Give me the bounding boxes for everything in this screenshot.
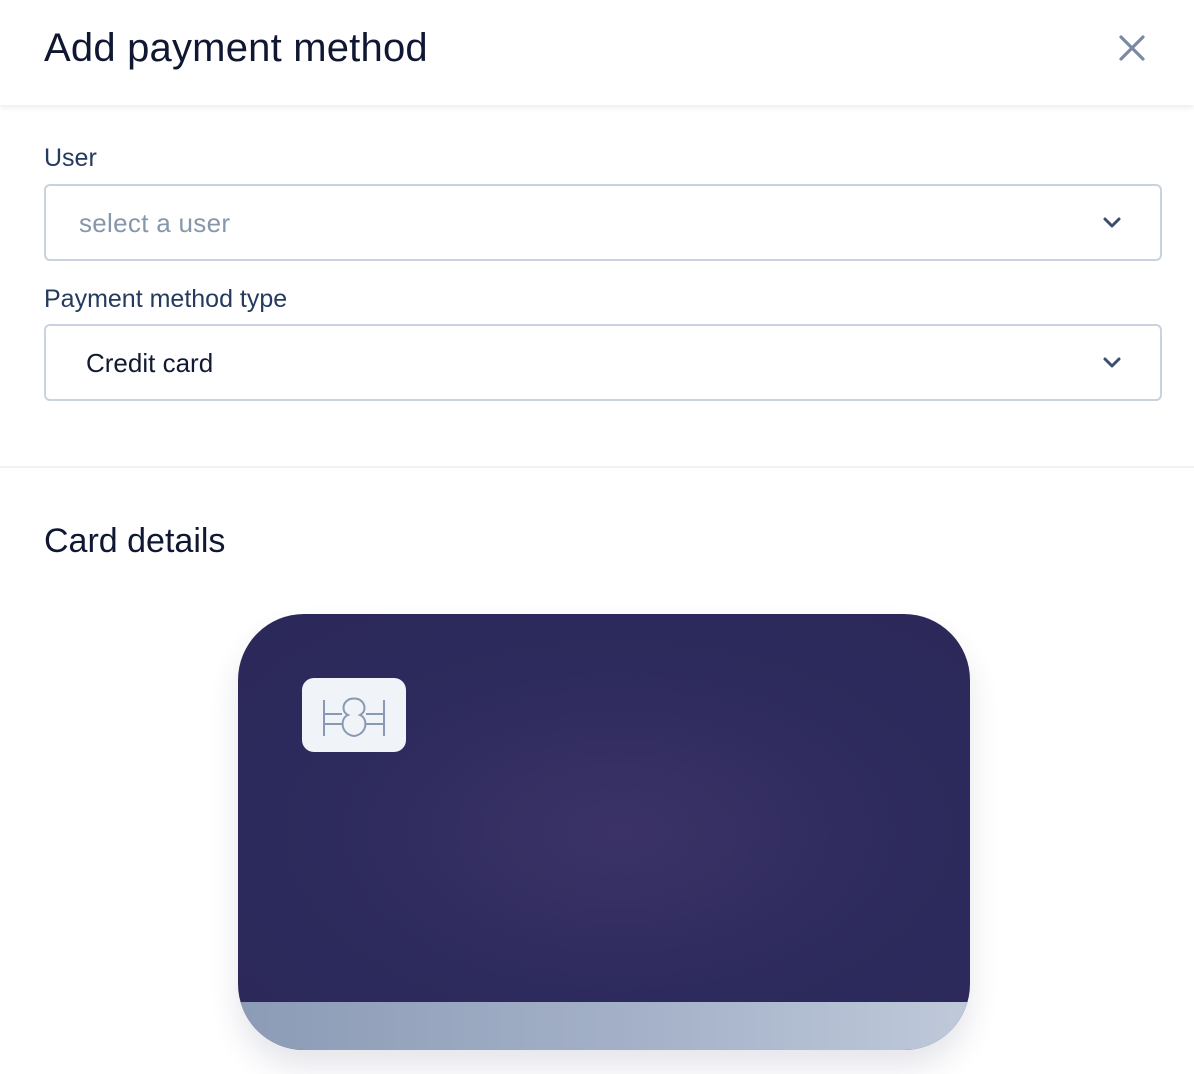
- card-chip-icon: [302, 678, 406, 752]
- user-select[interactable]: select a user: [44, 184, 1162, 261]
- modal-title: Add payment method: [44, 26, 428, 70]
- modal-header: Add payment method: [0, 0, 1194, 105]
- user-label: User: [44, 144, 97, 172]
- credit-card-preview: [238, 614, 970, 1050]
- card-magnetic-stripe: [238, 1002, 970, 1050]
- close-icon: [1119, 35, 1145, 61]
- chevron-down-icon: [1102, 216, 1122, 230]
- payment-method-type-label: Payment method type: [44, 285, 288, 313]
- user-select-placeholder: select a user: [79, 207, 231, 238]
- close-button[interactable]: [1110, 26, 1154, 70]
- chevron-down-icon: [1102, 356, 1122, 370]
- card-details-title: Card details: [44, 522, 226, 560]
- section-divider: [0, 466, 1194, 468]
- payment-method-type-select[interactable]: Credit card: [44, 324, 1162, 401]
- payment-method-type-value: Credit card: [86, 347, 214, 378]
